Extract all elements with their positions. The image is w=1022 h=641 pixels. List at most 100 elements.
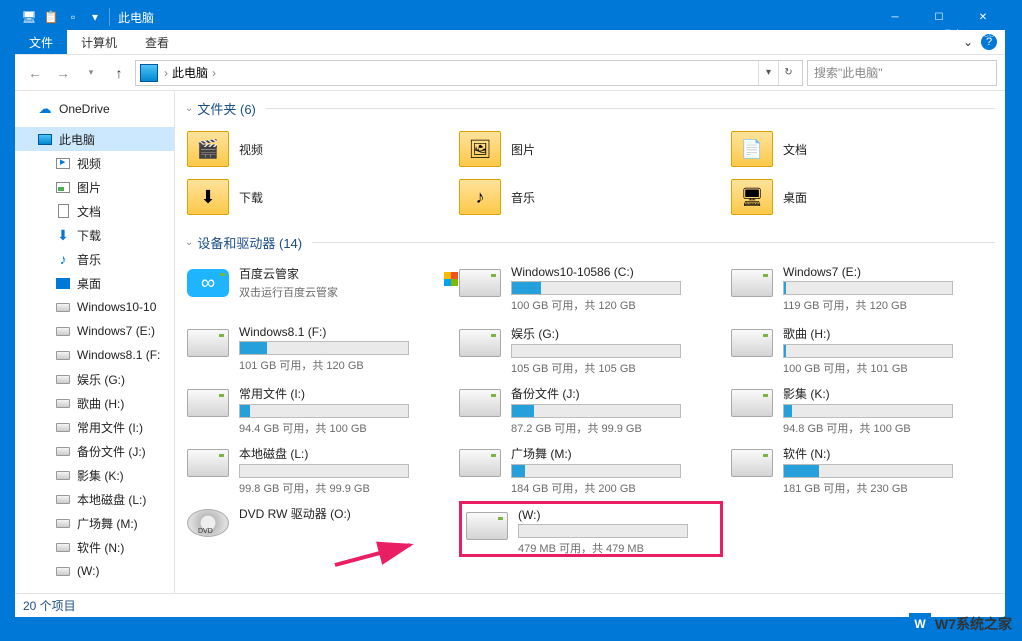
folder-item[interactable]: ⬇下载 bbox=[187, 175, 451, 219]
recent-dropdown-icon[interactable]: ▾ bbox=[79, 61, 103, 85]
sidebar-item[interactable]: 视频 bbox=[15, 151, 174, 175]
sidebar-item[interactable]: 影集 (K:) bbox=[15, 463, 174, 487]
drive-item[interactable]: 常用文件 (I:)94.4 GB 可用，共 100 GB bbox=[187, 381, 451, 437]
drive-icon bbox=[55, 443, 71, 459]
sidebar-item[interactable]: 广场舞 (M:) bbox=[15, 511, 174, 535]
drive-stats: 119 GB 可用，共 120 GB bbox=[783, 297, 995, 313]
pc-icon bbox=[37, 131, 53, 147]
download-icon: ⬇ bbox=[55, 227, 71, 243]
sidebar-item[interactable]: (W:) bbox=[15, 559, 174, 583]
sidebar-item[interactable]: 常用文件 (I:) bbox=[15, 415, 174, 439]
sidebar-item[interactable]: 娱乐 (G:) bbox=[15, 367, 174, 391]
properties-icon[interactable]: 📋 bbox=[41, 7, 61, 27]
sidebar-item-label: Windows7 (E:) bbox=[77, 324, 155, 338]
refresh-button[interactable]: ↻ bbox=[778, 61, 798, 85]
ribbon-tab-computer[interactable]: 计算机 bbox=[67, 30, 131, 54]
sidebar-item-label: (W:) bbox=[77, 564, 99, 578]
back-button[interactable]: ← bbox=[23, 61, 47, 85]
folder-label: 图片 bbox=[511, 141, 535, 158]
sidebar-item[interactable]: 本地磁盘 (L:) bbox=[15, 487, 174, 511]
drive-item[interactable]: 本地磁盘 (L:)99.8 GB 可用，共 99.9 GB bbox=[187, 441, 451, 497]
minimize-button[interactable]: ─ bbox=[873, 4, 917, 30]
drive-item[interactable]: 软件 (N:) 181 GB 可用，共 230 GB bbox=[731, 441, 995, 497]
navigation-bar: ← → ▾ ↑ › 此电脑 › ▾ ↻ 搜索"此电脑" bbox=[15, 55, 1005, 91]
drive-item[interactable]: Windows7 (E:)119 GB 可用，共 120 GB bbox=[731, 261, 995, 317]
ribbon-tab-view[interactable]: 查看 bbox=[131, 30, 183, 54]
folder-item[interactable]: 🖼 图片 bbox=[459, 127, 723, 171]
up-button[interactable]: ↑ bbox=[107, 61, 131, 85]
sidebar-item[interactable]: ⬇下载 bbox=[15, 223, 174, 247]
search-input[interactable]: 搜索"此电脑" bbox=[807, 60, 997, 86]
folder-icon: 🖥 bbox=[731, 179, 773, 215]
drive-icon bbox=[731, 389, 773, 417]
system-icon[interactable]: 🖥 bbox=[19, 7, 39, 27]
drive-icon bbox=[55, 371, 71, 387]
capacity-bar bbox=[511, 464, 681, 478]
drive-item[interactable]: DVD RW 驱动器 (O:) bbox=[187, 501, 451, 557]
group-devices-header[interactable]: ⌄ 设备和驱动器 (14) bbox=[183, 229, 995, 255]
chevron-right-icon[interactable]: › bbox=[212, 66, 216, 80]
sidebar-item-label: 广场舞 (M:) bbox=[77, 515, 138, 532]
breadcrumb-root[interactable]: 此电脑 bbox=[172, 64, 208, 81]
ribbon-tab-file[interactable]: 文件 bbox=[15, 30, 67, 54]
sidebar-item[interactable]: 备份文件 (J:) bbox=[15, 439, 174, 463]
group-folders-header[interactable]: ⌄ 文件夹 (6) bbox=[183, 95, 995, 121]
sidebar-thispc[interactable]: 此电脑 bbox=[15, 127, 174, 151]
address-dropdown-icon[interactable]: ▾ bbox=[758, 61, 778, 85]
drive-item[interactable]: 娱乐 (G:)105 GB 可用，共 105 GB bbox=[459, 321, 723, 377]
folder-item[interactable]: 🖥桌面 bbox=[731, 175, 995, 219]
chevron-right-icon[interactable]: › bbox=[164, 66, 168, 80]
drive-icon bbox=[459, 449, 501, 477]
sidebar-item-label: 本地磁盘 (L:) bbox=[77, 491, 146, 508]
navigation-pane[interactable]: ☁ OneDrive 此电脑 视频图片文档 ⬇下载♪音乐桌面Windows10-1… bbox=[15, 91, 175, 593]
sidebar-item-label: 视频 bbox=[77, 155, 101, 172]
folder-item[interactable]: ♪音乐 bbox=[459, 175, 723, 219]
new-folder-icon[interactable]: ▫ bbox=[63, 7, 83, 27]
forward-button[interactable]: → bbox=[51, 61, 75, 85]
drive-item[interactable]: ∞百度云管家双击运行百度云管家 bbox=[187, 261, 451, 317]
sidebar-item[interactable]: 图片 bbox=[15, 175, 174, 199]
drive-stats: 181 GB 可用，共 230 GB bbox=[783, 480, 995, 496]
drive-title: 百度云管家 bbox=[239, 265, 451, 282]
doc-icon bbox=[55, 203, 71, 219]
sidebar-item[interactable]: Windows8.1 (F: bbox=[15, 343, 174, 367]
watermark-logo: W W7系统之家 bbox=[909, 613, 1012, 635]
folder-item[interactable]: 📄文档 bbox=[731, 127, 995, 171]
drive-icon: ∞ bbox=[187, 269, 229, 297]
sidebar-item[interactable]: ♪音乐 bbox=[15, 247, 174, 271]
drive-title: 常用文件 (I:) bbox=[239, 385, 451, 402]
folder-label: 音乐 bbox=[511, 189, 535, 206]
drive-icon bbox=[55, 563, 71, 579]
sidebar-item[interactable]: Windows10-10 bbox=[15, 295, 174, 319]
sidebar-item-label: 此电脑 bbox=[59, 131, 95, 148]
drive-icon bbox=[459, 389, 501, 417]
sidebar-item[interactable]: 文档 bbox=[15, 199, 174, 223]
sidebar-item[interactable]: 软件 (N:) bbox=[15, 535, 174, 559]
sidebar-item-label: 文档 bbox=[77, 203, 101, 220]
address-bar[interactable]: › 此电脑 › ▾ ↻ bbox=[135, 60, 803, 86]
separator bbox=[109, 8, 110, 26]
sidebar-item[interactable]: Windows7 (E:) bbox=[15, 319, 174, 343]
desktop-icon bbox=[55, 275, 71, 291]
sidebar-item-label: 娱乐 (G:) bbox=[77, 371, 125, 388]
sidebar-onedrive[interactable]: ☁ OneDrive bbox=[15, 97, 174, 121]
drive-item[interactable]: 广场舞 (M:)184 GB 可用，共 200 GB bbox=[459, 441, 723, 497]
drive-item-highlighted[interactable]: (W:)479 MB 可用，共 479 MB bbox=[459, 501, 723, 557]
drive-item[interactable]: Windows10-10586 (C:)100 GB 可用，共 120 GB bbox=[459, 261, 723, 317]
sidebar-item[interactable]: 歌曲 (H:) bbox=[15, 391, 174, 415]
sidebar-item[interactable]: 桌面 bbox=[15, 271, 174, 295]
folder-item[interactable]: 🎬视频 bbox=[187, 127, 451, 171]
qat-dropdown-icon[interactable]: ▾ bbox=[85, 7, 105, 27]
drive-item[interactable]: 歌曲 (H:)100 GB 可用，共 101 GB bbox=[731, 321, 995, 377]
drive-stats: 101 GB 可用，共 120 GB bbox=[239, 357, 451, 373]
drive-item[interactable]: 影集 (K:)94.8 GB 可用，共 100 GB bbox=[731, 381, 995, 437]
drive-icon bbox=[731, 269, 773, 297]
drive-item[interactable]: Windows8.1 (F:)101 GB 可用，共 120 GB bbox=[187, 321, 451, 377]
content-area[interactable]: ⌄ 文件夹 (6) 🎬视频🖼 图片 📄文档 ⬇下载♪音乐🖥桌面 ⌄ 设备和驱动器 (1… bbox=[175, 91, 1005, 593]
close-button[interactable]: ✕ bbox=[961, 4, 1005, 30]
folder-icon: 🖼 bbox=[459, 131, 501, 167]
drive-item[interactable]: 备份文件 (J:)87.2 GB 可用，共 99.9 GB bbox=[459, 381, 723, 437]
body: ☁ OneDrive 此电脑 视频图片文档⬇下载♪音乐桌面Windows10-1… bbox=[15, 91, 1005, 593]
maximize-button[interactable]: ☐ bbox=[917, 4, 961, 30]
drive-title: 软件 (N:) bbox=[783, 445, 995, 462]
